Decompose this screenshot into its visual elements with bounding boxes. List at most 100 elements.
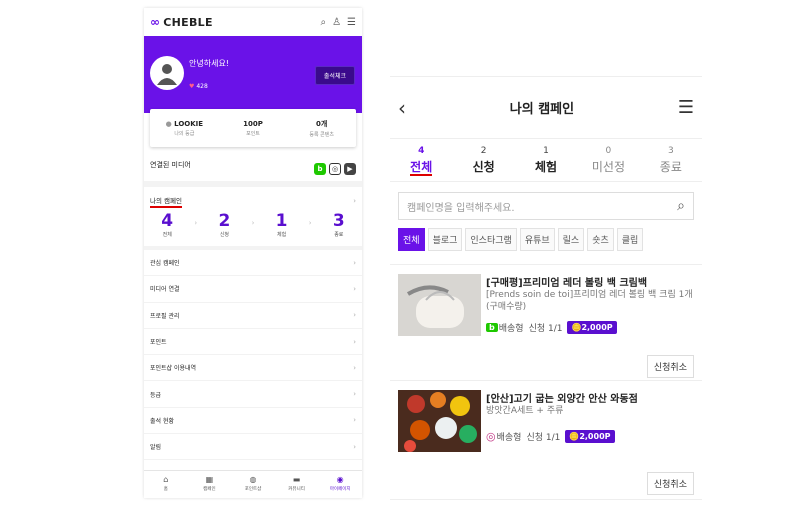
chevron-right-icon: › (308, 219, 312, 227)
menu-item-interest[interactable]: 관심 캠페인 › (144, 250, 362, 277)
chat-icon: ▬ (292, 475, 301, 484)
heart-icon: ♥ (189, 83, 195, 90)
status-tabs: 4 전체 2 신청 1 체험 0 미선정 3 종료 (390, 138, 702, 182)
search-input[interactable]: 캠페인명을 입력해주세요. ⌕ (398, 192, 694, 220)
count-label: 체험 (277, 232, 287, 238)
nav-campaign[interactable]: ▦ 캠페인 (188, 471, 232, 498)
chip-youtube[interactable]: 유튜브 (519, 228, 555, 251)
menu-item-points[interactable]: 포인트 › (144, 329, 362, 356)
stat-points[interactable]: 100P 포인트 (219, 120, 288, 137)
cancel-button[interactable]: 신청취소 (646, 355, 694, 378)
menu-item-grade[interactable]: 등급 › (144, 381, 362, 408)
chip-blog[interactable]: 블로그 (427, 228, 463, 251)
apply-count: 신청 1/1 (526, 433, 561, 443)
divider (144, 181, 362, 187)
back-arrow-icon[interactable]: ‹ (398, 96, 406, 120)
tab-count: 2 (480, 146, 487, 156)
tab-experience[interactable]: 1 체험 (515, 139, 577, 181)
chevron-right-icon: › (353, 284, 356, 293)
nav-community[interactable]: ▬ 커뮤니티 (275, 471, 319, 498)
attendance-button[interactable]: 출석체크 (314, 66, 355, 85)
menu-item-media[interactable]: 미디어 연결 › (144, 276, 362, 303)
divider (390, 499, 702, 500)
count-ended[interactable]: 3 종료 (320, 211, 358, 238)
page-title: 나의 캠페인 (509, 102, 575, 117)
logo[interactable]: ∞ CHEBLE (150, 15, 213, 29)
points-badge: 🪙2,000P (567, 321, 617, 334)
search-icon[interactable]: ⌕ (677, 198, 685, 214)
tab-count: 1 (543, 146, 549, 156)
nav-home[interactable]: ⌂ 홈 (144, 471, 188, 498)
chevron-right-icon: › (251, 219, 255, 227)
stat-label: 나의 등급 (174, 130, 195, 137)
menu-label: 알림 (150, 444, 162, 452)
product-image[interactable] (398, 274, 481, 336)
product-image[interactable] (398, 390, 481, 452)
infinity-icon: ∞ (150, 15, 161, 29)
menu-icon[interactable]: ☰ (347, 17, 356, 28)
nav-label: 포인트샵 (244, 487, 262, 492)
blog-icon[interactable]: b (314, 162, 326, 175)
points-badge: 🪙2,000P (565, 430, 615, 443)
tab-applied[interactable]: 2 신청 (452, 139, 514, 181)
stat-value: 100P (243, 119, 263, 128)
user-icon[interactable]: ♙ (332, 17, 341, 28)
chip-reels[interactable]: 릴스 (557, 228, 585, 251)
chip-instagram[interactable]: 인스타그램 (465, 228, 517, 251)
delivery-type: 배송형 (496, 433, 522, 443)
nav-mypage[interactable]: ◉ 마이페이지 (318, 471, 362, 498)
hamburger-menu-icon[interactable]: ☰ (678, 97, 694, 118)
chevron-right-icon: › (353, 197, 356, 205)
delivery-type: 배송형 (498, 324, 524, 334)
cancel-button[interactable]: 신청취소 (646, 472, 694, 495)
top-bar: ∞ CHEBLE ⌕ ♙ ☰ (144, 8, 362, 36)
avatar[interactable] (150, 56, 184, 90)
menu-item-profile[interactable]: 프로필 관리 › (144, 303, 362, 329)
chip-clip[interactable]: 클립 (616, 228, 644, 251)
menu-label: 관심 캠페인 (150, 260, 180, 268)
tab-count: 3 (667, 146, 674, 156)
stat-grade[interactable]: ● LOOKIE 나의 등급 (150, 120, 219, 137)
menu-label: 포인트샵 이용내역 (150, 365, 197, 373)
stat-contents[interactable]: 0개 등록 콘텐츠 (287, 119, 356, 138)
count-applied[interactable]: 2 신청 (205, 211, 243, 238)
youtube-icon[interactable]: ▶ (344, 162, 356, 175)
grid-icon: ▦ (205, 475, 214, 484)
campaign-card[interactable]: [구매평]프리미엄 레더 볼링 백 크림백 [Prends soin de to… (398, 274, 694, 348)
menu-item-pointshop[interactable]: 포인트샵 이용내역 › (144, 355, 362, 382)
campaign-card[interactable]: [안산]고기 굽는 외양간 안산 와동점 방앗간A세트 + 주류 ◎ 배송형 신… (398, 390, 694, 464)
tab-unselected[interactable]: 0 미선정 (577, 139, 639, 181)
campaign-subtitle: [Prends soin de toi]프리미엄 레더 볼링 백 크림 1개 (… (486, 290, 693, 312)
greeting: 안녕하세요! (189, 59, 230, 68)
instagram-icon[interactable]: ◎ (329, 162, 341, 175)
chevron-right-icon: › (353, 363, 356, 372)
tab-all[interactable]: 4 전체 (390, 139, 452, 181)
nav-pointshop[interactable]: ◍ 포인트샵 (231, 471, 275, 498)
nav-label: 캠페인 (203, 487, 216, 492)
page-header: ‹ 나의 캠페인 ☰ (390, 76, 702, 138)
chip-all[interactable]: 전체 (398, 228, 425, 251)
tab-count: 4 (418, 146, 425, 156)
menu-label: 출석 현황 (150, 417, 174, 425)
profile-header: 안녕하세요! ♥ 428 출석체크 (144, 36, 362, 113)
campaign-title[interactable]: [안산]고기 굽는 외양간 안산 와동점 (486, 390, 638, 405)
points-value: 2,000P (579, 432, 611, 441)
my-campaign-link[interactable]: 나의 캠페인 › (144, 191, 362, 211)
chevron-right-icon: › (353, 311, 356, 320)
chip-shorts[interactable]: 숏츠 (587, 228, 614, 251)
tab-label: 신청 (472, 160, 495, 174)
tab-label: 전체 (410, 160, 433, 176)
menu-item-alerts[interactable]: 알림 › (144, 434, 362, 461)
tab-label: 체험 (534, 160, 558, 174)
tab-ended[interactable]: 3 종료 (640, 139, 702, 181)
menu-item-attendance[interactable]: 출석 현황 › (144, 408, 362, 435)
count-label: 전체 (162, 232, 172, 238)
media-filter: 전체 블로그 인스타그램 유튜브 릴스 숏츠 클립 (398, 228, 694, 251)
menu-label: 등급 (150, 391, 162, 399)
count-experience[interactable]: 1 체험 (262, 211, 300, 238)
count-all[interactable]: 4 전체 (148, 211, 186, 238)
campaign-title[interactable]: [구매평]프리미엄 레더 볼링 백 크림백 (486, 274, 647, 289)
search-icon[interactable]: ⌕ (320, 17, 326, 28)
divider (390, 264, 702, 265)
home-icon: ⌂ (163, 475, 169, 484)
